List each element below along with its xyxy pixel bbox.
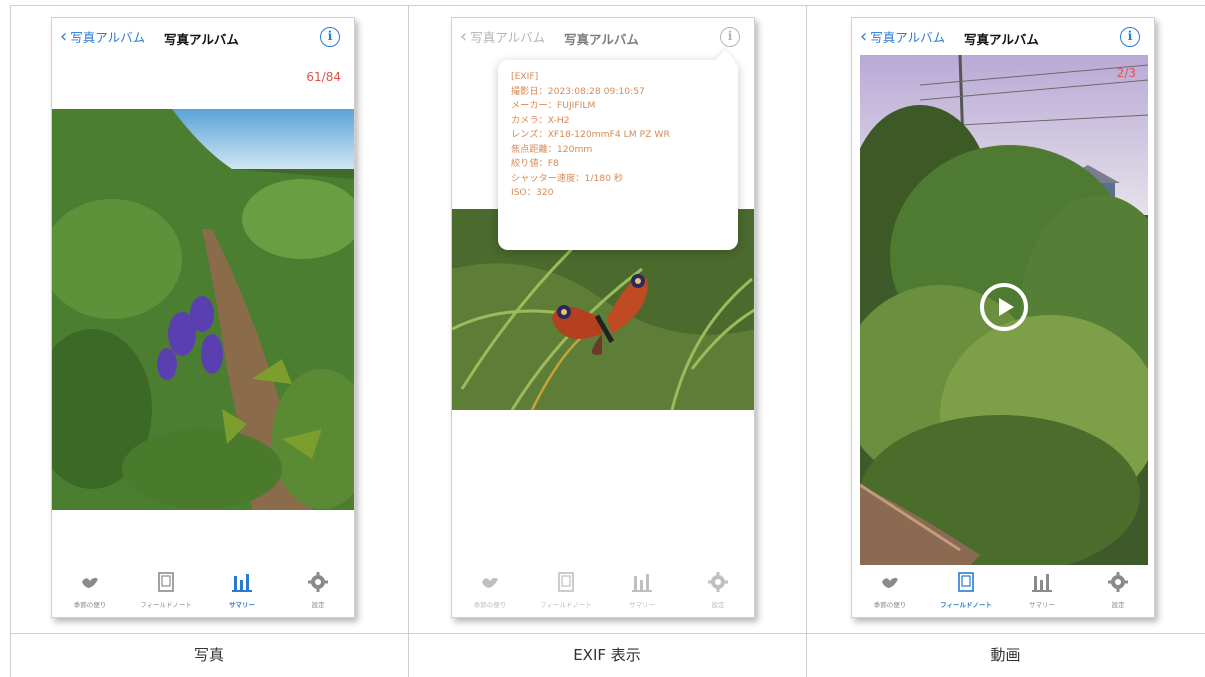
phone-screen-photo: ‹ 写真アルバム 写真アルバム i 61/84 季節の便り フィールドノート サ… <box>51 17 355 618</box>
info-circle-icon[interactable]: i <box>320 27 340 47</box>
exif-camera: カメラ：X-H2 <box>511 114 570 126</box>
notebook-icon <box>528 571 604 593</box>
flower-photo[interactable] <box>52 109 354 510</box>
tab-label: 季節の便り <box>873 601 907 609</box>
tab-settings[interactable]: 設定 <box>1080 571 1154 609</box>
table-border <box>10 5 1205 6</box>
exif-header: [EXIF] <box>511 71 539 82</box>
tab-summary[interactable]: サマリー <box>204 571 280 609</box>
exif-aperture: 絞り値：F8 <box>511 158 559 169</box>
bird-icon <box>52 571 128 593</box>
tab-summary[interactable]: サマリー <box>604 571 680 609</box>
bird-icon <box>852 571 928 593</box>
back-label: 写真アルバム <box>870 30 946 45</box>
nav-bar: ‹ 写真アルバム 写真アルバム i <box>852 18 1154 58</box>
caption-exif: EXIF 表示 <box>573 646 641 664</box>
tab-label: フィールドノート <box>940 601 992 609</box>
back-button[interactable]: ‹ 写真アルバム <box>60 27 145 46</box>
table-divider <box>806 5 807 677</box>
nav-bar: ‹ 写真アルバム 写真アルバム i <box>52 18 354 58</box>
exif-maker: メーカー：FUJIFILM <box>511 100 596 111</box>
phone-screen-video: ‹ 写真アルバム 写真アルバム i 2/3 季節の便り フィールドノート サマリ… <box>851 17 1155 618</box>
tab-bar: 季節の便り フィールドノート サマリー 設定 <box>52 565 354 617</box>
video-thumbnail[interactable] <box>860 55 1148 566</box>
back-button[interactable]: ‹ 写真アルバム <box>860 27 945 46</box>
caption-photo: 写真 <box>193 646 224 664</box>
tab-label: サマリー <box>1029 601 1055 609</box>
notebook-icon <box>928 571 1004 593</box>
phone-screen-exif: ‹ 写真アルバム 写真アルバム i [EXIF] 撮影日：2023:08:28 … <box>451 17 755 618</box>
tab-label: 設定 <box>711 601 725 609</box>
chevron-left-icon: ‹ <box>60 25 68 47</box>
tab-label: サマリー <box>229 601 255 609</box>
video-counter: 2/3 <box>1116 66 1136 80</box>
exif-date: 撮影日：2023:08:28 09:10:57 <box>511 85 645 97</box>
back-button[interactable]: ‹ 写真アルバム <box>460 27 545 46</box>
play-circle-icon[interactable] <box>980 283 1028 331</box>
tab-settings[interactable]: 設定 <box>280 571 354 609</box>
nav-bar: ‹ 写真アルバム 写真アルバム i <box>452 18 754 58</box>
tab-seasonal-news[interactable]: 季節の便り <box>452 571 528 609</box>
chevron-left-icon: ‹ <box>460 25 468 47</box>
nav-title: 写真アルバム <box>164 32 239 47</box>
info-circle-icon[interactable]: i <box>720 27 740 47</box>
tab-label: 季節の便り <box>73 601 107 609</box>
tab-field-note[interactable]: フィールドノート <box>528 571 604 609</box>
gear-icon <box>280 571 354 593</box>
nav-title: 写真アルバム <box>564 32 639 47</box>
back-label: 写真アルバム <box>470 30 546 45</box>
tab-bar: 季節の便り フィールドノート サマリー 設定 <box>452 565 754 617</box>
chevron-left-icon: ‹ <box>860 25 868 47</box>
bar-chart-icon <box>604 571 680 593</box>
gear-icon <box>680 571 754 593</box>
notebook-icon <box>128 571 204 593</box>
tab-seasonal-news[interactable]: 季節の便り <box>52 571 128 609</box>
tab-field-note[interactable]: フィールドノート <box>928 571 1004 609</box>
tab-field-note[interactable]: フィールドノート <box>128 571 204 609</box>
tab-bar: 季節の便り フィールドノート サマリー 設定 <box>852 565 1154 617</box>
tab-label: 季節の便り <box>473 601 507 609</box>
nav-title: 写真アルバム <box>964 32 1039 47</box>
bar-chart-icon <box>204 571 280 593</box>
tab-label: フィールドノート <box>140 601 192 609</box>
exif-focal-length: 焦点距離：120mm <box>511 143 593 155</box>
tab-settings[interactable]: 設定 <box>680 571 754 609</box>
exif-popover: [EXIF] 撮影日：2023:08:28 09:10:57 メーカー：FUJI… <box>498 50 738 250</box>
table-divider <box>408 5 409 677</box>
photo-counter: 61/84 <box>306 70 341 84</box>
bird-icon <box>452 571 528 593</box>
tab-summary[interactable]: サマリー <box>1004 571 1080 609</box>
tab-label: 設定 <box>1111 601 1125 609</box>
tab-label: フィールドノート <box>540 601 592 609</box>
bar-chart-icon <box>1004 571 1080 593</box>
info-circle-icon[interactable]: i <box>1120 27 1140 47</box>
exif-shutter: シャッター速度：1/180 秒 <box>511 172 624 184</box>
exif-iso: ISO：320 <box>511 187 554 198</box>
back-label: 写真アルバム <box>70 30 146 45</box>
caption-video: 動画 <box>990 646 1021 664</box>
table-border <box>10 5 11 677</box>
tab-label: 設定 <box>311 601 325 609</box>
tab-label: サマリー <box>629 601 655 609</box>
gear-icon <box>1080 571 1154 593</box>
tab-seasonal-news[interactable]: 季節の便り <box>852 571 928 609</box>
exif-lens: レンズ：XF18-120mmF4 LM PZ WR <box>511 129 670 140</box>
